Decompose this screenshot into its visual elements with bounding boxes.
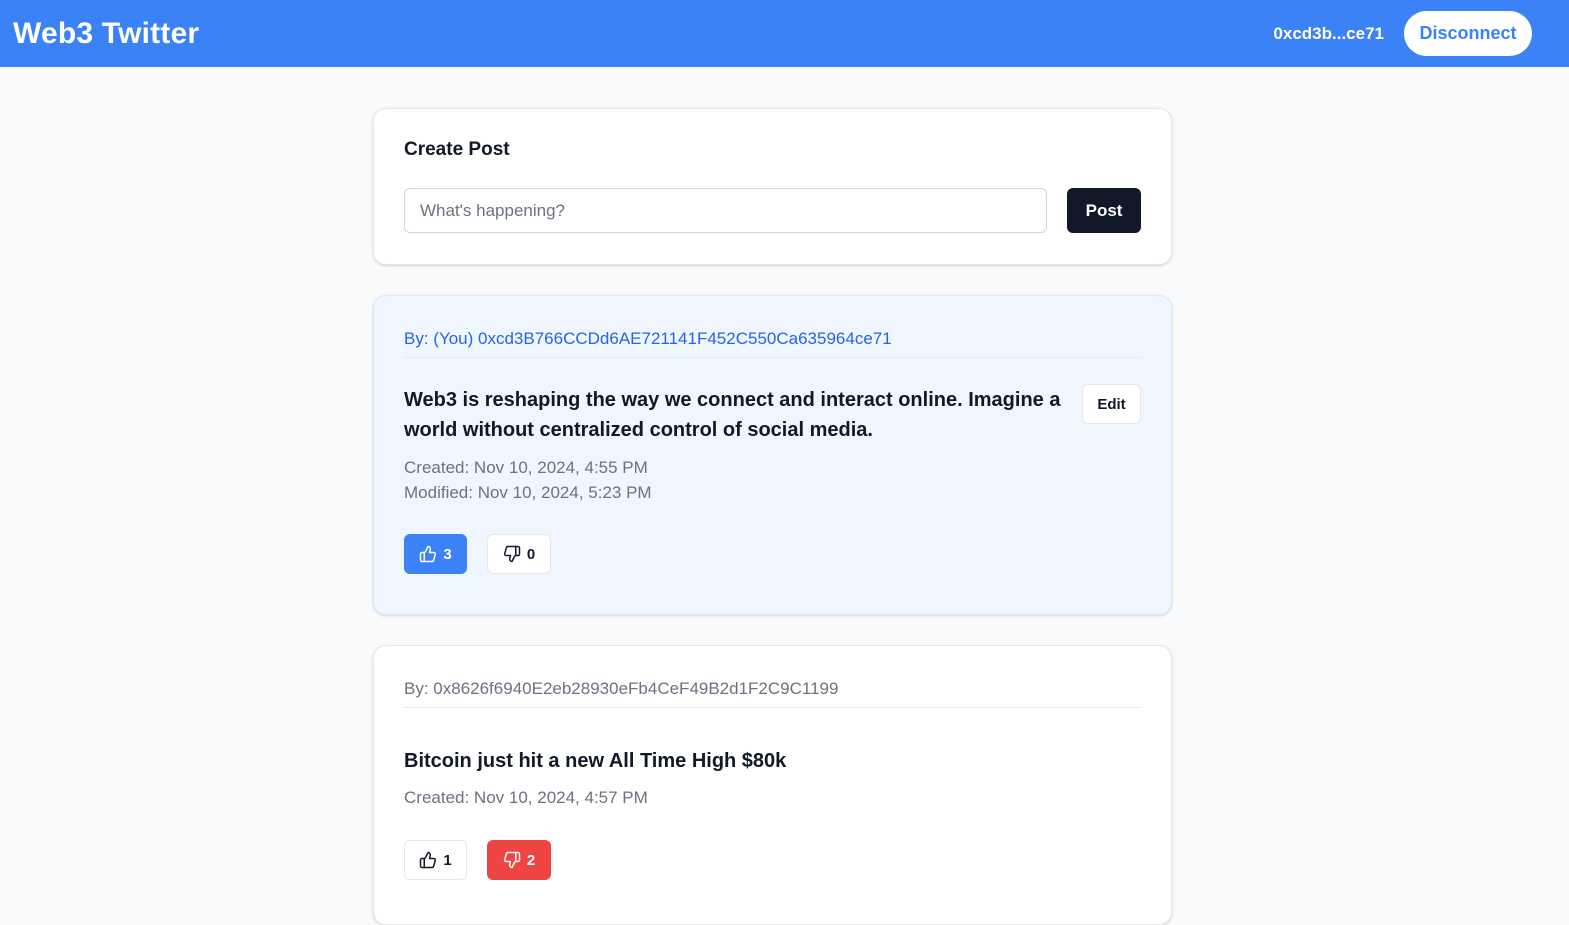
post-actions: 3 0 — [404, 534, 1141, 574]
thumbs-up-icon — [420, 851, 437, 869]
thumbs-up-icon — [420, 545, 437, 563]
connected-wallet-address: 0xcd3b...ce71 — [1273, 23, 1384, 43]
like-button[interactable]: 3 — [404, 534, 467, 574]
post-content: Bitcoin just hit a new All Time High $80… — [404, 750, 787, 772]
post-author: By: (You) 0xcd3B766CCDd6AE721141F452C550… — [404, 329, 1141, 358]
dislike-button[interactable]: 2 — [487, 840, 551, 880]
own-post-card: By: (You) 0xcd3B766CCDd6AE721141F452C550… — [373, 295, 1172, 615]
post-content: Web3 is reshaping the way we connect and… — [404, 389, 1061, 441]
post-timestamps: Created: Nov 10, 2024, 4:55 PM Modified:… — [404, 455, 1141, 505]
post-created-time: Created: Nov 10, 2024, 4:55 PM — [404, 458, 648, 477]
like-count: 3 — [443, 545, 452, 563]
post-card: By: 0x8626f6940E2eb28930eFb4CeF49B2d1F2C… — [373, 645, 1172, 925]
post-content-input[interactable] — [404, 188, 1048, 233]
thumbs-down-icon — [503, 851, 521, 869]
post-body: Web3 is reshaping the way we connect and… — [404, 384, 1141, 445]
like-button[interactable]: 1 — [404, 840, 467, 880]
post-body: Bitcoin just hit a new All Time High $80… — [404, 746, 1141, 776]
post-modified-time: Modified: Nov 10, 2024, 5:23 PM — [404, 483, 652, 502]
edit-post-button[interactable]: Edit — [1082, 384, 1141, 424]
dislike-button[interactable]: 0 — [487, 534, 551, 574]
disconnect-button[interactable]: Disconnect — [1404, 11, 1532, 56]
app-title: Web3 Twitter — [13, 16, 200, 50]
post-actions: 1 2 — [404, 840, 1141, 880]
dislike-count: 2 — [526, 851, 536, 869]
create-post-form: Post — [404, 188, 1141, 233]
thumbs-down-icon — [503, 545, 521, 563]
create-post-title: Create Post — [404, 139, 510, 160]
wallet-controls: 0xcd3b...ce71 Disconnect — [1273, 11, 1532, 56]
post-author: By: 0x8626f6940E2eb28930eFb4CeF49B2d1F2C… — [404, 679, 1141, 708]
post-created-time: Created: Nov 10, 2024, 4:57 PM — [404, 788, 648, 807]
like-count: 1 — [443, 851, 452, 869]
dislike-count: 0 — [526, 545, 536, 563]
submit-post-button[interactable]: Post — [1067, 188, 1141, 233]
top-navigation-bar: Web3 Twitter 0xcd3b...ce71 Disconnect — [0, 0, 1569, 67]
create-post-card: Create Post Post — [373, 108, 1172, 265]
post-timestamps: Created: Nov 10, 2024, 4:57 PM — [404, 785, 1141, 810]
